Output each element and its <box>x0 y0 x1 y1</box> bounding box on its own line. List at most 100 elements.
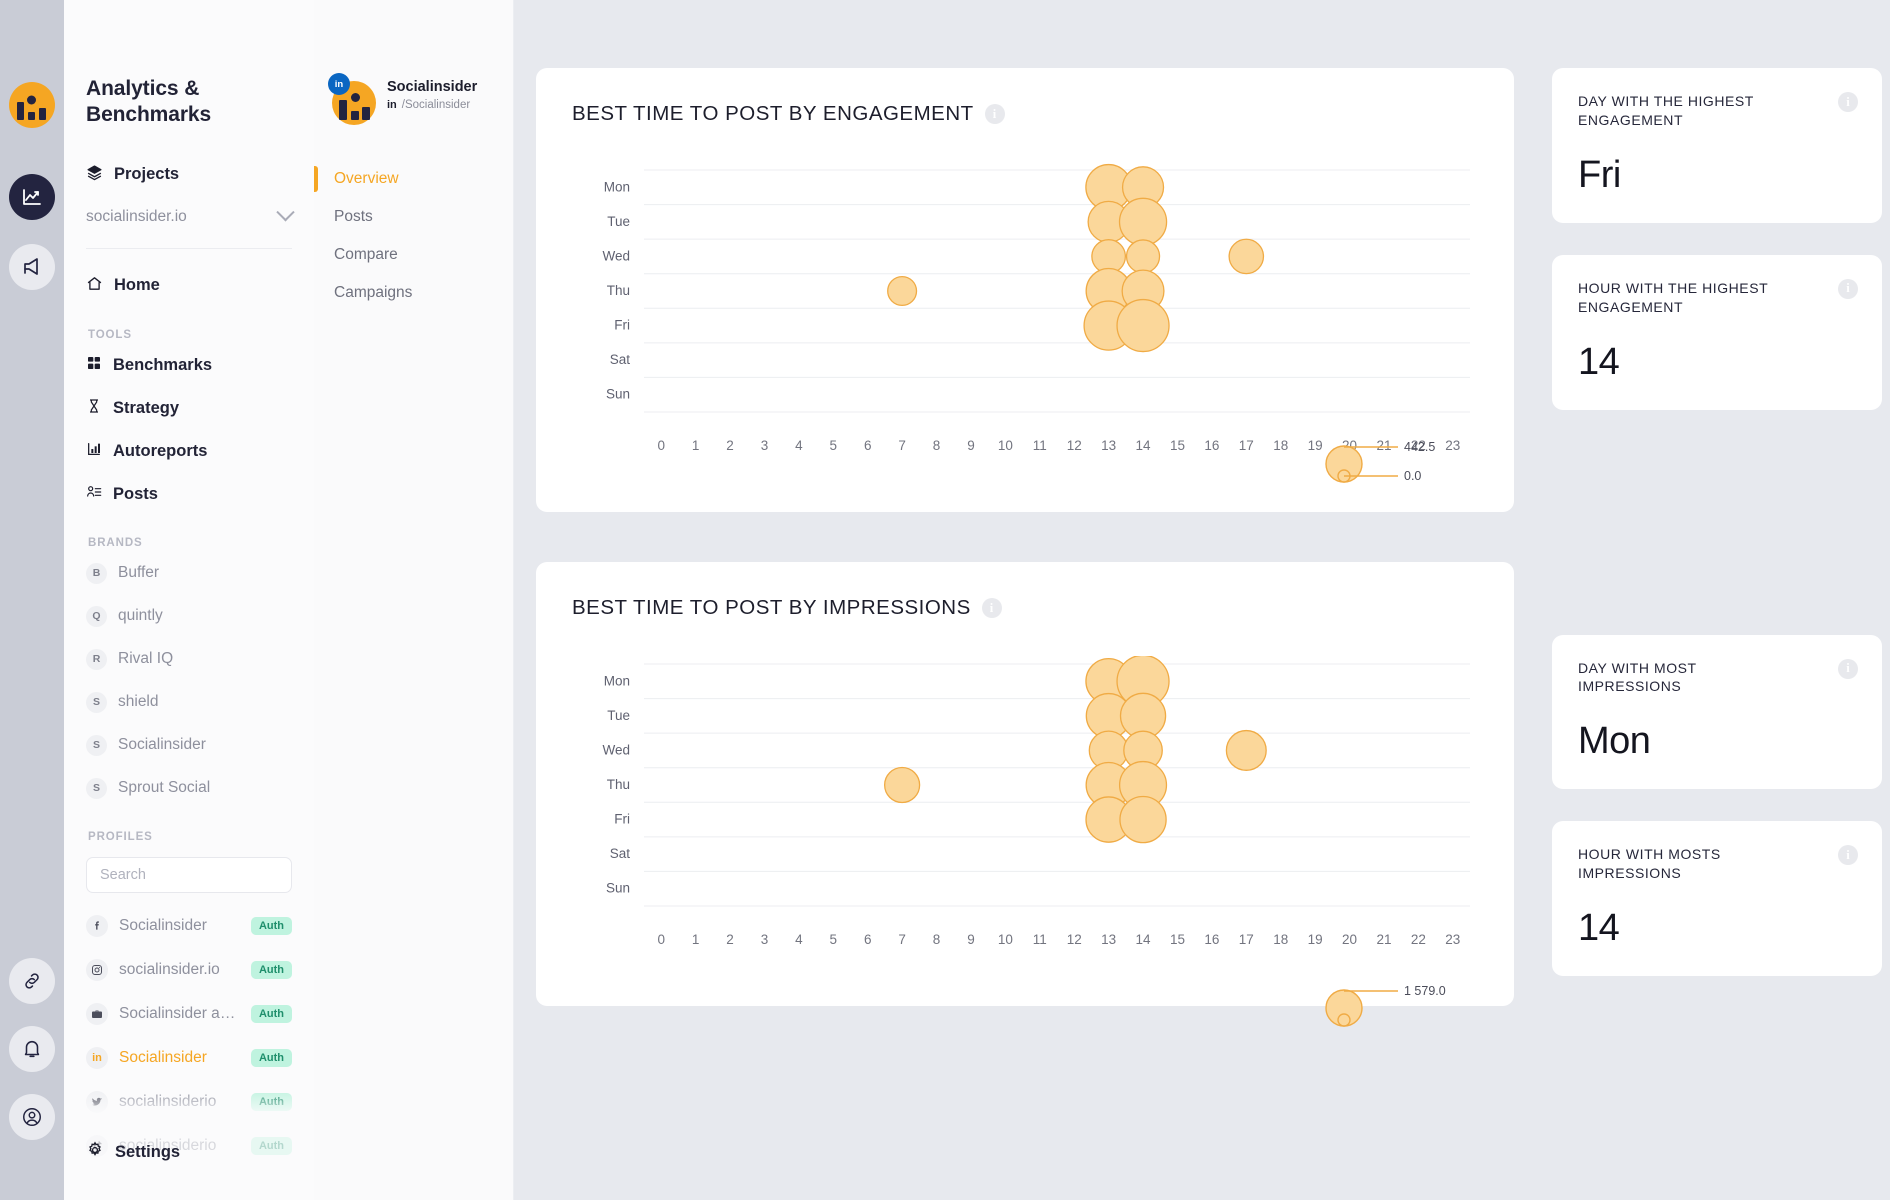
sidebar-item-strategy[interactable]: Strategy <box>86 398 292 419</box>
tab-compare[interactable]: Compare <box>314 236 513 274</box>
sidebar-item-settings[interactable]: Settings <box>86 1141 180 1164</box>
chart-impressions: Mon Tue Wed Thu Fri Sat Sun 0 1 2 3 4 5 6 7 8 9 10 11 12 13 1… <box>572 656 1478 976</box>
project-selector[interactable]: socialinsider.io <box>86 203 295 249</box>
megaphone-icon[interactable] <box>9 244 55 290</box>
sidebar-profile-instagram[interactable]: socialinsider.io Auth <box>86 958 292 981</box>
kpi-value: 14 <box>1578 340 1620 383</box>
analytics-icon[interactable] <box>9 174 55 220</box>
icon-rail <box>0 0 64 1200</box>
x-axis-tick: 1 <box>692 438 700 453</box>
projects-label: Projects <box>114 165 180 184</box>
info-icon[interactable]: i <box>984 104 1005 124</box>
x-axis-tick: 0 <box>657 932 665 947</box>
page-title: Analytics & Benchmarks <box>86 77 212 126</box>
legend-max-label: 442.5 <box>1404 440 1435 454</box>
sidebar-brand-rival-iq[interactable]: R Rival IQ <box>86 648 292 670</box>
x-axis-tick: 21 <box>1376 932 1391 947</box>
sidebar-profile-ads-account[interactable]: Socialinsider ads ac... Auth <box>86 1002 292 1025</box>
brand-initial: S <box>86 777 107 799</box>
info-icon[interactable]: i <box>1838 278 1858 299</box>
info-icon[interactable]: i <box>1838 92 1858 112</box>
kpi-value: Fri <box>1578 153 1621 196</box>
account-icon[interactable] <box>9 1094 55 1140</box>
x-axis-tick: 8 <box>933 438 941 453</box>
y-axis-label: Sun <box>606 387 630 402</box>
chart-title-impressions: BEST TIME TO POST BY IMPRESSIONS i <box>572 596 1478 620</box>
profile-label: Socialinsider <box>119 916 207 934</box>
profile-name: Socialinsider <box>387 79 478 95</box>
kpi-day-most-impressions: DAY WITH MOST IMPRESSIONS Mon i <box>1552 634 1882 790</box>
brand-initial: R <box>86 648 107 670</box>
profiles-section-label: PROFILES <box>88 830 153 843</box>
chart-impressions-svg: MonTueWedThuFriSatSun0 1 2 3 4 5 6 7 8 9 10 11 12 13 1… <box>602 656 1470 947</box>
strategy-label: Strategy <box>113 398 180 417</box>
chart-bubble[interactable] <box>1118 197 1168 247</box>
sidebar-brand-quintly[interactable]: Q quintly <box>86 605 292 627</box>
card-best-time-engagement: BEST TIME TO POST BY ENGAGEMENT i Mon Tue… <box>536 68 1514 512</box>
x-axis-tick: 14 <box>1136 932 1152 947</box>
chevron-down-icon <box>276 203 295 222</box>
chart-bubble[interactable] <box>883 766 921 804</box>
benchmarks-label: Benchmarks <box>113 355 213 374</box>
kpi-hour-highest-engagement: HOUR WITH THE HIGHEST ENGAGEMENT 14 i <box>1552 254 1882 410</box>
bubble-size-legend-impressions: 1 579.0 <box>1325 984 1446 1027</box>
sidebar-item-posts[interactable]: Posts <box>86 484 292 505</box>
y-axis-label: Thu <box>607 283 630 298</box>
tab-campaigns[interactable]: Campaigns <box>314 274 513 312</box>
profile-label: Socialinsider ads ac... <box>119 1004 240 1022</box>
bell-icon[interactable] <box>9 1026 55 1072</box>
kpi-hour-most-impressions: HOUR WITH MOSTS IMPRESSIONS 14 i <box>1552 821 1882 977</box>
sidebar-profile-linkedin[interactable]: in Socialinsider Auth <box>86 1046 292 1069</box>
info-icon[interactable]: i <box>1838 658 1858 679</box>
x-axis-tick: 3 <box>761 932 769 947</box>
chart-bubble[interactable] <box>1125 239 1161 274</box>
sidebar-item-projects[interactable]: Projects <box>86 164 292 186</box>
charts-column: BEST TIME TO POST BY ENGAGEMENT i Mon Tue… <box>514 68 1514 1200</box>
main-content: BEST TIME TO POST BY ENGAGEMENT i Mon Tue… <box>514 0 1890 1200</box>
sidebar-brand-socialinsider[interactable]: S Socialinsider <box>86 734 292 756</box>
info-icon[interactable]: i <box>981 598 1002 618</box>
tab-overview[interactable]: Overview <box>314 160 513 198</box>
profile-label: Socialinsider <box>119 1048 207 1066</box>
x-axis-tick: 0 <box>657 438 665 453</box>
briefcase-icon <box>86 1002 108 1025</box>
app-root: Analytics & Benchmarks Projects socialin… <box>0 0 1890 1200</box>
sidebar-item-home[interactable]: Home <box>86 275 292 297</box>
x-axis-tick: 6 <box>864 932 872 947</box>
sidebar-brand-sprout-social[interactable]: S Sprout Social <box>86 777 292 799</box>
link-icon[interactable] <box>9 958 55 1004</box>
sidebar-profile-facebook[interactable]: Socialinsider Auth <box>86 914 292 937</box>
posts-list-icon <box>86 484 102 505</box>
sidebar-item-benchmarks[interactable]: Benchmarks <box>86 355 292 376</box>
chart-bubble[interactable] <box>1119 795 1167 844</box>
x-axis-tick: 9 <box>967 932 975 947</box>
info-icon[interactable]: i <box>1838 845 1858 866</box>
chart-bubble[interactable] <box>1116 298 1170 353</box>
y-axis-label: Tue <box>607 708 630 723</box>
chart-bubble[interactable] <box>887 275 918 307</box>
brand-logo-icon[interactable] <box>9 82 55 128</box>
x-axis-tick: 11 <box>1033 932 1047 947</box>
y-axis-label: Tue <box>607 214 630 229</box>
kpi-value: 14 <box>1578 907 1620 950</box>
kpi-label: HOUR WITH THE HIGHEST ENGAGEMENT <box>1578 279 1768 315</box>
panel-nav: Overview Posts Compare Campaigns <box>314 160 513 312</box>
x-axis-tick: 14 <box>1136 438 1152 453</box>
instagram-icon <box>86 958 108 981</box>
x-axis-tick: 16 <box>1204 932 1219 947</box>
sidebar-brand-buffer[interactable]: B Buffer <box>86 562 292 584</box>
primary-sidebar: Analytics & Benchmarks Projects socialin… <box>64 0 314 1200</box>
brand-label: Socialinsider <box>118 736 206 754</box>
sidebar-item-autoreports[interactable]: Autoreports <box>86 441 292 462</box>
avatar: in <box>328 73 376 125</box>
search-input[interactable] <box>86 856 292 893</box>
x-axis-tick: 18 <box>1273 438 1288 453</box>
tab-posts[interactable]: Posts <box>314 198 513 236</box>
y-axis-label: Fri <box>614 318 630 333</box>
sidebar-brand-shield[interactable]: S shield <box>86 691 292 713</box>
y-axis-label: Mon <box>604 179 630 194</box>
x-axis-tick: 10 <box>998 932 1013 947</box>
chart-bubble[interactable] <box>1225 729 1267 771</box>
chart-bubble[interactable] <box>1228 238 1265 275</box>
posts-label: Posts <box>113 484 158 503</box>
